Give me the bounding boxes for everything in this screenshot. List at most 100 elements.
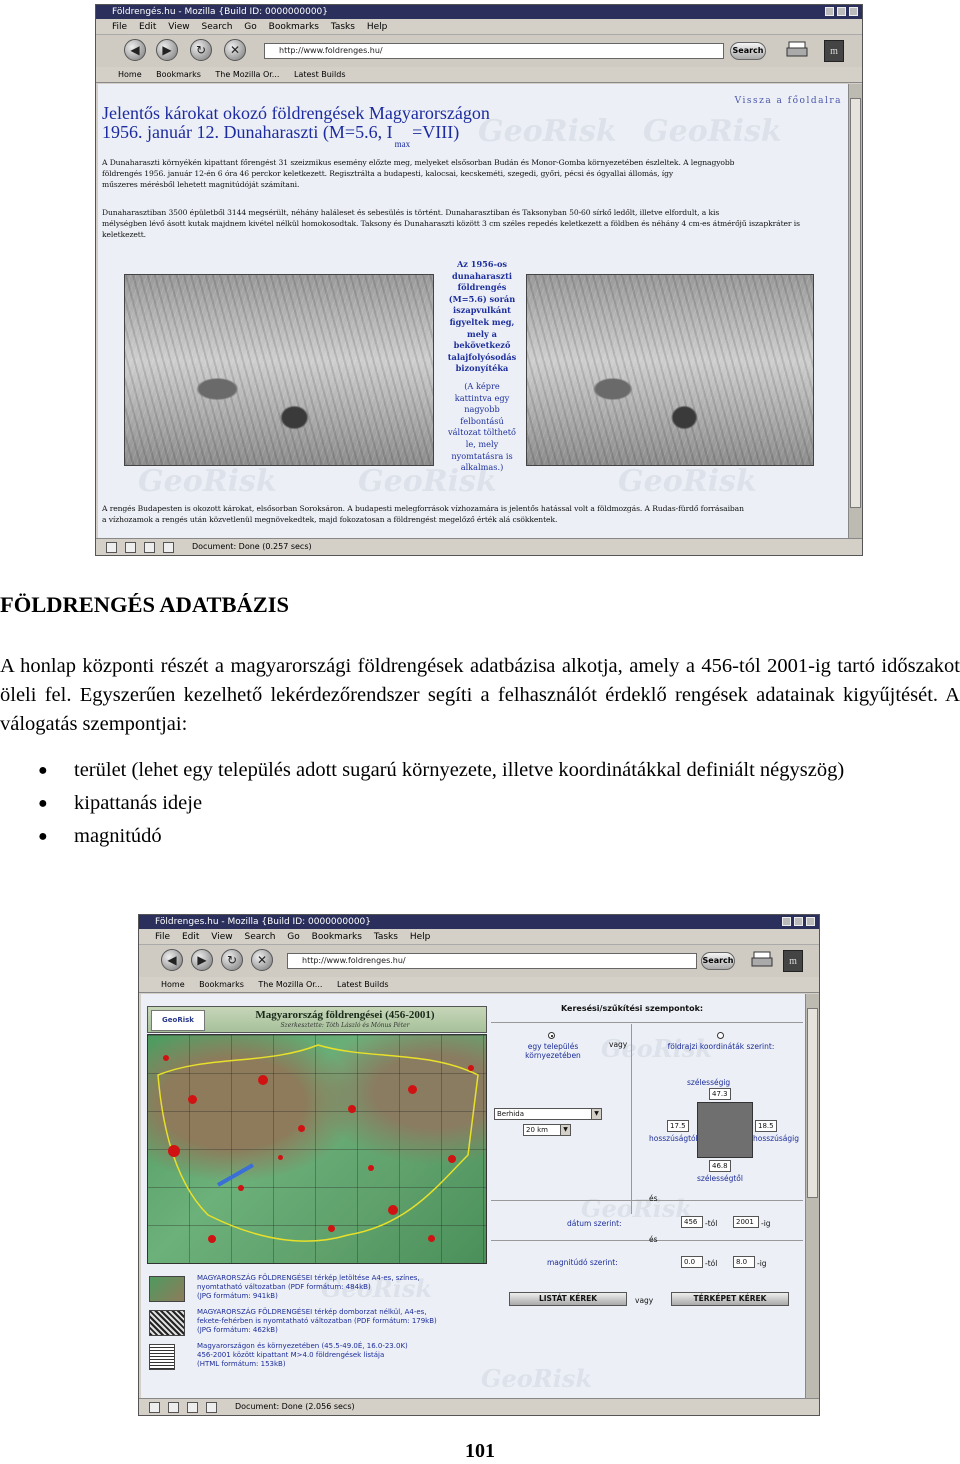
- map-title: Magyarország földrengései (456-2001): [255, 1009, 435, 1021]
- criteria-list: ● terület (lehet egy település adott suga…: [0, 754, 960, 853]
- stop-icon[interactable]: ✕: [224, 39, 246, 61]
- menu-tasks[interactable]: Tasks: [374, 932, 398, 942]
- download-bw-map-link[interactable]: MAGYARORSZÁG FÖLDRENGÉSEI térkép domborz…: [197, 1308, 437, 1335]
- status-icon[interactable]: [206, 1402, 217, 1413]
- paragraph-damage: Dunaharasztiban 3500 épületből 3144 megs…: [102, 208, 800, 239]
- bookmark-home[interactable]: Home: [161, 980, 185, 989]
- back-to-home-link[interactable]: Vissza a főoldalra: [735, 96, 842, 106]
- title-line-1: Jelentős károkat okozó földrengések Magy…: [102, 103, 490, 123]
- minimize-button[interactable]: [825, 7, 834, 16]
- reload-icon[interactable]: ↻: [190, 39, 212, 61]
- maximize-button[interactable]: [794, 917, 803, 926]
- menu-edit[interactable]: Edit: [182, 932, 199, 942]
- url-field[interactable]: http://www.foldrenges.hu/: [287, 953, 697, 969]
- list-thumbnail[interactable]: [149, 1344, 175, 1370]
- window-title-bar: Földrenges.hu - Mozilla {Build ID: 00000…: [139, 915, 819, 929]
- vertical-scrollbar[interactable]: [805, 994, 819, 1398]
- menu-edit[interactable]: Edit: [139, 22, 156, 32]
- date-from-input[interactable]: 456: [681, 1216, 703, 1228]
- menu-search[interactable]: Search: [244, 932, 275, 942]
- bookmark-latest-builds[interactable]: Latest Builds: [337, 980, 389, 989]
- bookmark-mozilla-org[interactable]: The Mozilla Or...: [258, 980, 322, 989]
- earthquake-dot: [448, 1155, 456, 1163]
- vertical-scrollbar[interactable]: [848, 84, 862, 538]
- menu-bookmarks[interactable]: Bookmarks: [269, 22, 319, 32]
- color-map-thumbnail[interactable]: [149, 1276, 185, 1302]
- lat-max-input[interactable]: 47.3: [709, 1088, 731, 1100]
- minimize-button[interactable]: [782, 917, 791, 926]
- menu-view[interactable]: View: [211, 932, 232, 942]
- to-suffix: -ig: [761, 1219, 771, 1228]
- menu-view[interactable]: View: [168, 22, 189, 32]
- lat-min-input[interactable]: 46.8: [709, 1160, 731, 1172]
- bookmark-home[interactable]: Home: [118, 70, 142, 79]
- status-bar: Document: Done (0.257 secs): [96, 538, 862, 555]
- lon-min-input[interactable]: 17.5: [667, 1120, 689, 1132]
- coordinates-option-label: földrajzi koordináták szerint:: [667, 1042, 775, 1051]
- section-heading: FÖLDRENGÉS ADATBÁZIS: [0, 592, 290, 617]
- search-button[interactable]: Search: [730, 42, 766, 60]
- radius-select[interactable]: 20 km ▼: [523, 1124, 571, 1136]
- status-icon[interactable]: [168, 1402, 179, 1413]
- menu-go[interactable]: Go: [287, 932, 299, 942]
- date-to-input[interactable]: 2001: [733, 1216, 759, 1228]
- status-text: Document: Done (2.056 secs): [235, 1402, 355, 1411]
- menu-bookmarks[interactable]: Bookmarks: [312, 932, 362, 942]
- back-arrow-icon[interactable]: ◀: [161, 949, 183, 971]
- url-field[interactable]: http://www.foldrenges.hu/: [264, 43, 724, 59]
- earthquake-map[interactable]: [147, 1034, 487, 1264]
- menu-search[interactable]: Search: [201, 22, 232, 32]
- coordinates-radio[interactable]: [717, 1032, 724, 1039]
- bookmark-bookmarks[interactable]: Bookmarks: [199, 980, 244, 989]
- print-icon[interactable]: [751, 951, 773, 969]
- forward-arrow-icon[interactable]: ▶: [156, 39, 178, 61]
- georisk-logo[interactable]: GeoRisk: [151, 1010, 205, 1031]
- map-request-button[interactable]: TÉRKÉPET KÉREK: [671, 1292, 789, 1306]
- mud-volcano-photo-right[interactable]: [526, 274, 814, 466]
- menu-file[interactable]: File: [155, 932, 170, 942]
- menu-help[interactable]: Help: [410, 932, 431, 942]
- close-button[interactable]: [849, 7, 858, 16]
- bookmark-mozilla-org[interactable]: The Mozilla Or...: [215, 70, 279, 79]
- list-request-button[interactable]: LISTÁT KÉREK: [509, 1292, 627, 1306]
- mud-volcano-photo-left[interactable]: [124, 274, 434, 466]
- menu-help[interactable]: Help: [367, 22, 388, 32]
- magnitude-from-input[interactable]: 0.0: [681, 1256, 703, 1268]
- status-icon[interactable]: [106, 542, 117, 553]
- close-button[interactable]: [806, 917, 815, 926]
- window-title: Földrengés.hu - Mozilla {Build ID: 00000…: [112, 7, 329, 17]
- browser-window-georisk-article: Földrengés.hu - Mozilla {Build ID: 00000…: [95, 4, 863, 556]
- back-arrow-icon[interactable]: ◀: [124, 39, 146, 61]
- page-title: Jelentős károkat okozó földrengések Magy…: [102, 103, 490, 150]
- lon-max-input[interactable]: 18.5: [755, 1120, 777, 1132]
- menu-file[interactable]: File: [112, 22, 127, 32]
- magnitude-to-input[interactable]: 8.0: [733, 1256, 755, 1268]
- status-icon[interactable]: [149, 1402, 160, 1413]
- earthquake-dot: [208, 1235, 216, 1243]
- scrollbar-thumb[interactable]: [807, 1008, 818, 1198]
- earthquake-dot: [168, 1145, 180, 1157]
- status-icon[interactable]: [144, 542, 155, 553]
- status-icon[interactable]: [187, 1402, 198, 1413]
- paragraph-foreshocks: A Dunaharaszti környékén kipattant főren…: [102, 158, 735, 189]
- reload-icon[interactable]: ↻: [221, 949, 243, 971]
- menu-go[interactable]: Go: [244, 22, 256, 32]
- status-icon[interactable]: [163, 542, 174, 553]
- bookmark-latest-builds[interactable]: Latest Builds: [294, 70, 346, 79]
- list-item: ● terület (lehet egy település adott suga…: [38, 759, 845, 781]
- search-button[interactable]: Search: [701, 952, 735, 970]
- stop-icon[interactable]: ✕: [251, 949, 273, 971]
- maximize-button[interactable]: [837, 7, 846, 16]
- bookmark-bookmarks[interactable]: Bookmarks: [156, 70, 201, 79]
- download-color-map-link[interactable]: MAGYARORSZÁG FÖLDRENGÉSEI térkép letölté…: [197, 1274, 420, 1301]
- status-icon[interactable]: [125, 542, 136, 553]
- settlement-select[interactable]: Berhida ▼: [494, 1108, 602, 1120]
- earthquake-list-link[interactable]: Magyarországon és környezetében (45.5-49…: [197, 1342, 408, 1369]
- settlement-radio[interactable]: [548, 1032, 555, 1039]
- page-content: GeoRisk GeoRisk GeoRisk GeoRisk GeoRisk …: [98, 84, 848, 538]
- print-icon[interactable]: [786, 41, 808, 59]
- scrollbar-thumb[interactable]: [850, 98, 861, 508]
- bw-map-thumbnail[interactable]: [149, 1310, 185, 1336]
- forward-arrow-icon[interactable]: ▶: [191, 949, 213, 971]
- menu-tasks[interactable]: Tasks: [331, 22, 355, 32]
